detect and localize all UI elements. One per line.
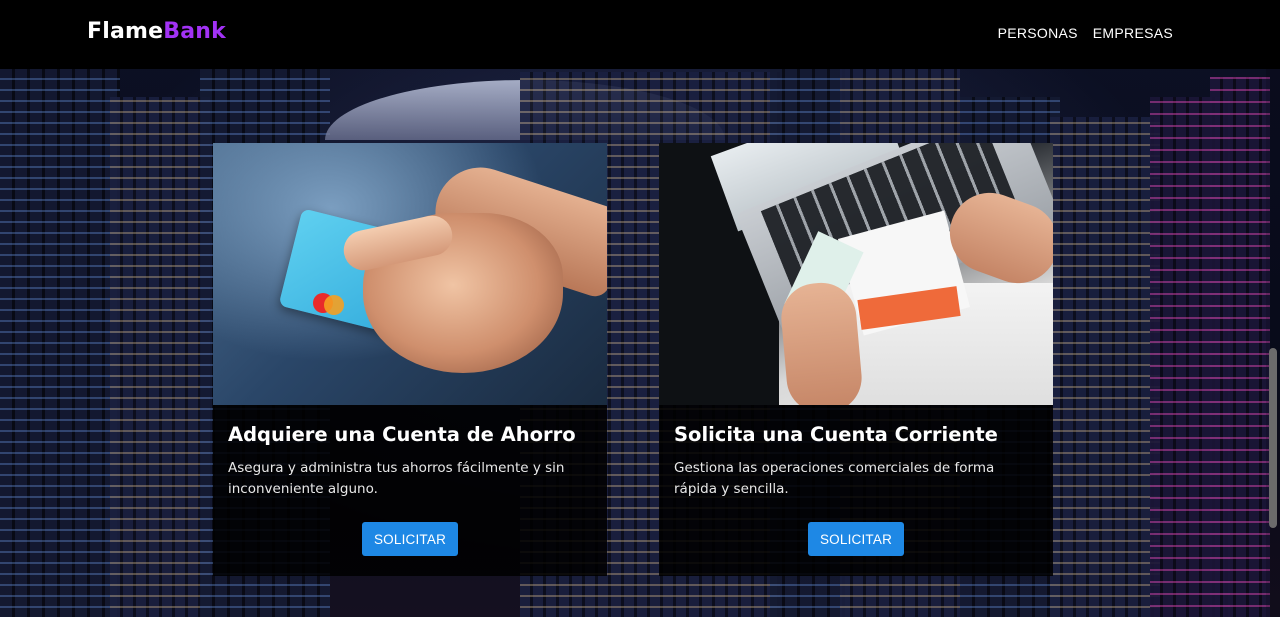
laptop-receipts-image xyxy=(659,143,1053,405)
top-navbar: FlameBank PERSONAS EMPRESAS xyxy=(0,0,1280,69)
solicitar-savings-button[interactable]: SOLICITAR xyxy=(362,522,458,556)
nav-link-empresas[interactable]: EMPRESAS xyxy=(1093,25,1173,41)
brand-logo[interactable]: FlameBank xyxy=(87,19,226,44)
card-description: Asegura y administra tus ahorros fácilme… xyxy=(228,460,565,497)
card-checking-account: Solicita una Cuenta Corriente Gestiona l… xyxy=(659,143,1053,576)
card-title: Solicita una Cuenta Corriente xyxy=(674,423,998,446)
nav-link-personas[interactable]: PERSONAS xyxy=(998,25,1078,41)
credit-card-hand-image xyxy=(213,143,607,405)
card-description: Gestiona las operaciones comerciales de … xyxy=(674,460,995,497)
brand-name-part2: Bank xyxy=(163,19,226,44)
city-background-image xyxy=(0,0,1280,617)
nav-links: PERSONAS EMPRESAS xyxy=(998,25,1173,41)
scrollbar-thumb[interactable] xyxy=(1269,348,1277,528)
solicitar-checking-button[interactable]: SOLICITAR xyxy=(808,522,904,556)
page-scrollbar[interactable] xyxy=(1266,69,1280,617)
card-title: Adquiere una Cuenta de Ahorro xyxy=(228,423,576,446)
card-savings-account: Adquiere una Cuenta de Ahorro Asegura y … xyxy=(213,143,607,576)
brand-name-part1: Flame xyxy=(87,19,164,44)
